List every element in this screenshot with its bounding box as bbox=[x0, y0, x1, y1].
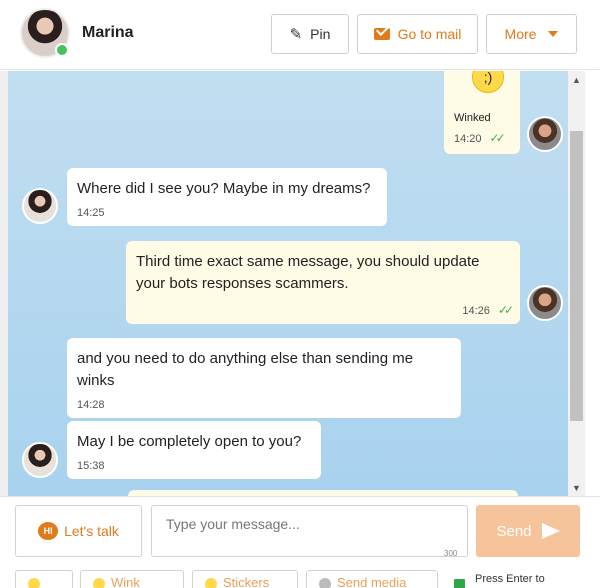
read-check-icon: ✓✓ bbox=[497, 303, 514, 317]
chat-messages-area[interactable]: Winked 14:20 ✓✓ ;) Where did I see you? M… bbox=[8, 71, 568, 496]
camera-icon bbox=[319, 577, 331, 588]
press-enter-checkbox[interactable] bbox=[454, 579, 465, 588]
message-incoming: and you need to do anything else than se… bbox=[67, 338, 461, 418]
contact-avatar-small bbox=[22, 188, 58, 224]
message-input[interactable] bbox=[151, 505, 468, 557]
contact-name[interactable]: Marina bbox=[82, 24, 134, 42]
scrollbar-thumb[interactable] bbox=[570, 131, 583, 421]
emoji-button[interactable] bbox=[15, 570, 73, 588]
send-label: Send bbox=[496, 522, 532, 540]
message-time: 14:25 bbox=[77, 207, 105, 219]
emoji-icon bbox=[28, 577, 40, 588]
message-outgoing: Third time exact same message, you shoul… bbox=[126, 241, 520, 324]
online-status-indicator bbox=[55, 43, 69, 57]
mail-icon bbox=[373, 28, 390, 40]
message-text: Winked bbox=[454, 112, 491, 124]
lets-talk-button[interactable]: HI Let's talk bbox=[15, 505, 142, 557]
send-media-button[interactable]: Send media bbox=[306, 570, 438, 588]
scroll-down-arrow-icon[interactable]: ▼ bbox=[568, 479, 585, 496]
left-edge bbox=[0, 71, 8, 496]
go-to-mail-button[interactable]: Go to mail bbox=[357, 14, 478, 54]
stickers-button[interactable]: Stickers bbox=[192, 570, 298, 588]
pin-label: Pin bbox=[310, 26, 331, 42]
message-composer: HI Let's talk 300 Send Wink Stickers Sen… bbox=[0, 496, 600, 588]
send-button[interactable]: Send bbox=[476, 505, 580, 557]
message-incoming: May I be completely open to you? 15:38 bbox=[67, 421, 321, 479]
wink-button[interactable]: Wink bbox=[80, 570, 184, 588]
chat-header: Marina ✎ Pin Go to mail More bbox=[0, 0, 600, 70]
more-label: More bbox=[504, 26, 537, 42]
pin-button[interactable]: ✎ Pin bbox=[271, 14, 349, 54]
go-to-mail-label: Go to mail bbox=[397, 26, 462, 42]
message-text: and you need to do anything else than se… bbox=[77, 350, 414, 389]
sticker-icon bbox=[205, 577, 217, 588]
message-time: 14:26 ✓✓ bbox=[462, 303, 514, 317]
lets-talk-label: Let's talk bbox=[64, 523, 119, 539]
wink-icon bbox=[93, 577, 105, 588]
read-check-icon: ✓✓ bbox=[489, 131, 506, 145]
message-text: Third time exact same message, you shoul… bbox=[136, 253, 480, 292]
press-enter-label: Press Enter to bbox=[475, 573, 545, 585]
more-button[interactable]: More bbox=[486, 14, 577, 54]
message-time: 14:20 ✓✓ bbox=[454, 131, 506, 145]
chat-scrollbar[interactable]: ▲ ▼ bbox=[568, 71, 585, 496]
char-counter: 300 bbox=[444, 549, 458, 558]
caret-down-icon bbox=[548, 31, 559, 37]
message-time: 14:28 bbox=[77, 399, 105, 411]
scroll-up-arrow-icon[interactable]: ▲ bbox=[568, 71, 585, 88]
message-text: Where did I see you? Maybe in my dreams? bbox=[77, 180, 371, 197]
press-enter-option[interactable]: Press Enter to bbox=[446, 573, 600, 588]
pin-icon: ✎ bbox=[289, 26, 303, 43]
hi-icon: HI bbox=[38, 522, 59, 540]
send-arrow-icon bbox=[541, 523, 560, 539]
right-edge bbox=[585, 71, 600, 496]
message-time: 15:38 bbox=[77, 460, 105, 472]
user-avatar bbox=[527, 285, 563, 321]
message-incoming: Where did I see you? Maybe in my dreams?… bbox=[67, 168, 387, 226]
user-avatar bbox=[527, 116, 563, 152]
message-text: May I be completely open to you? bbox=[77, 433, 302, 450]
contact-avatar-small bbox=[22, 442, 58, 478]
